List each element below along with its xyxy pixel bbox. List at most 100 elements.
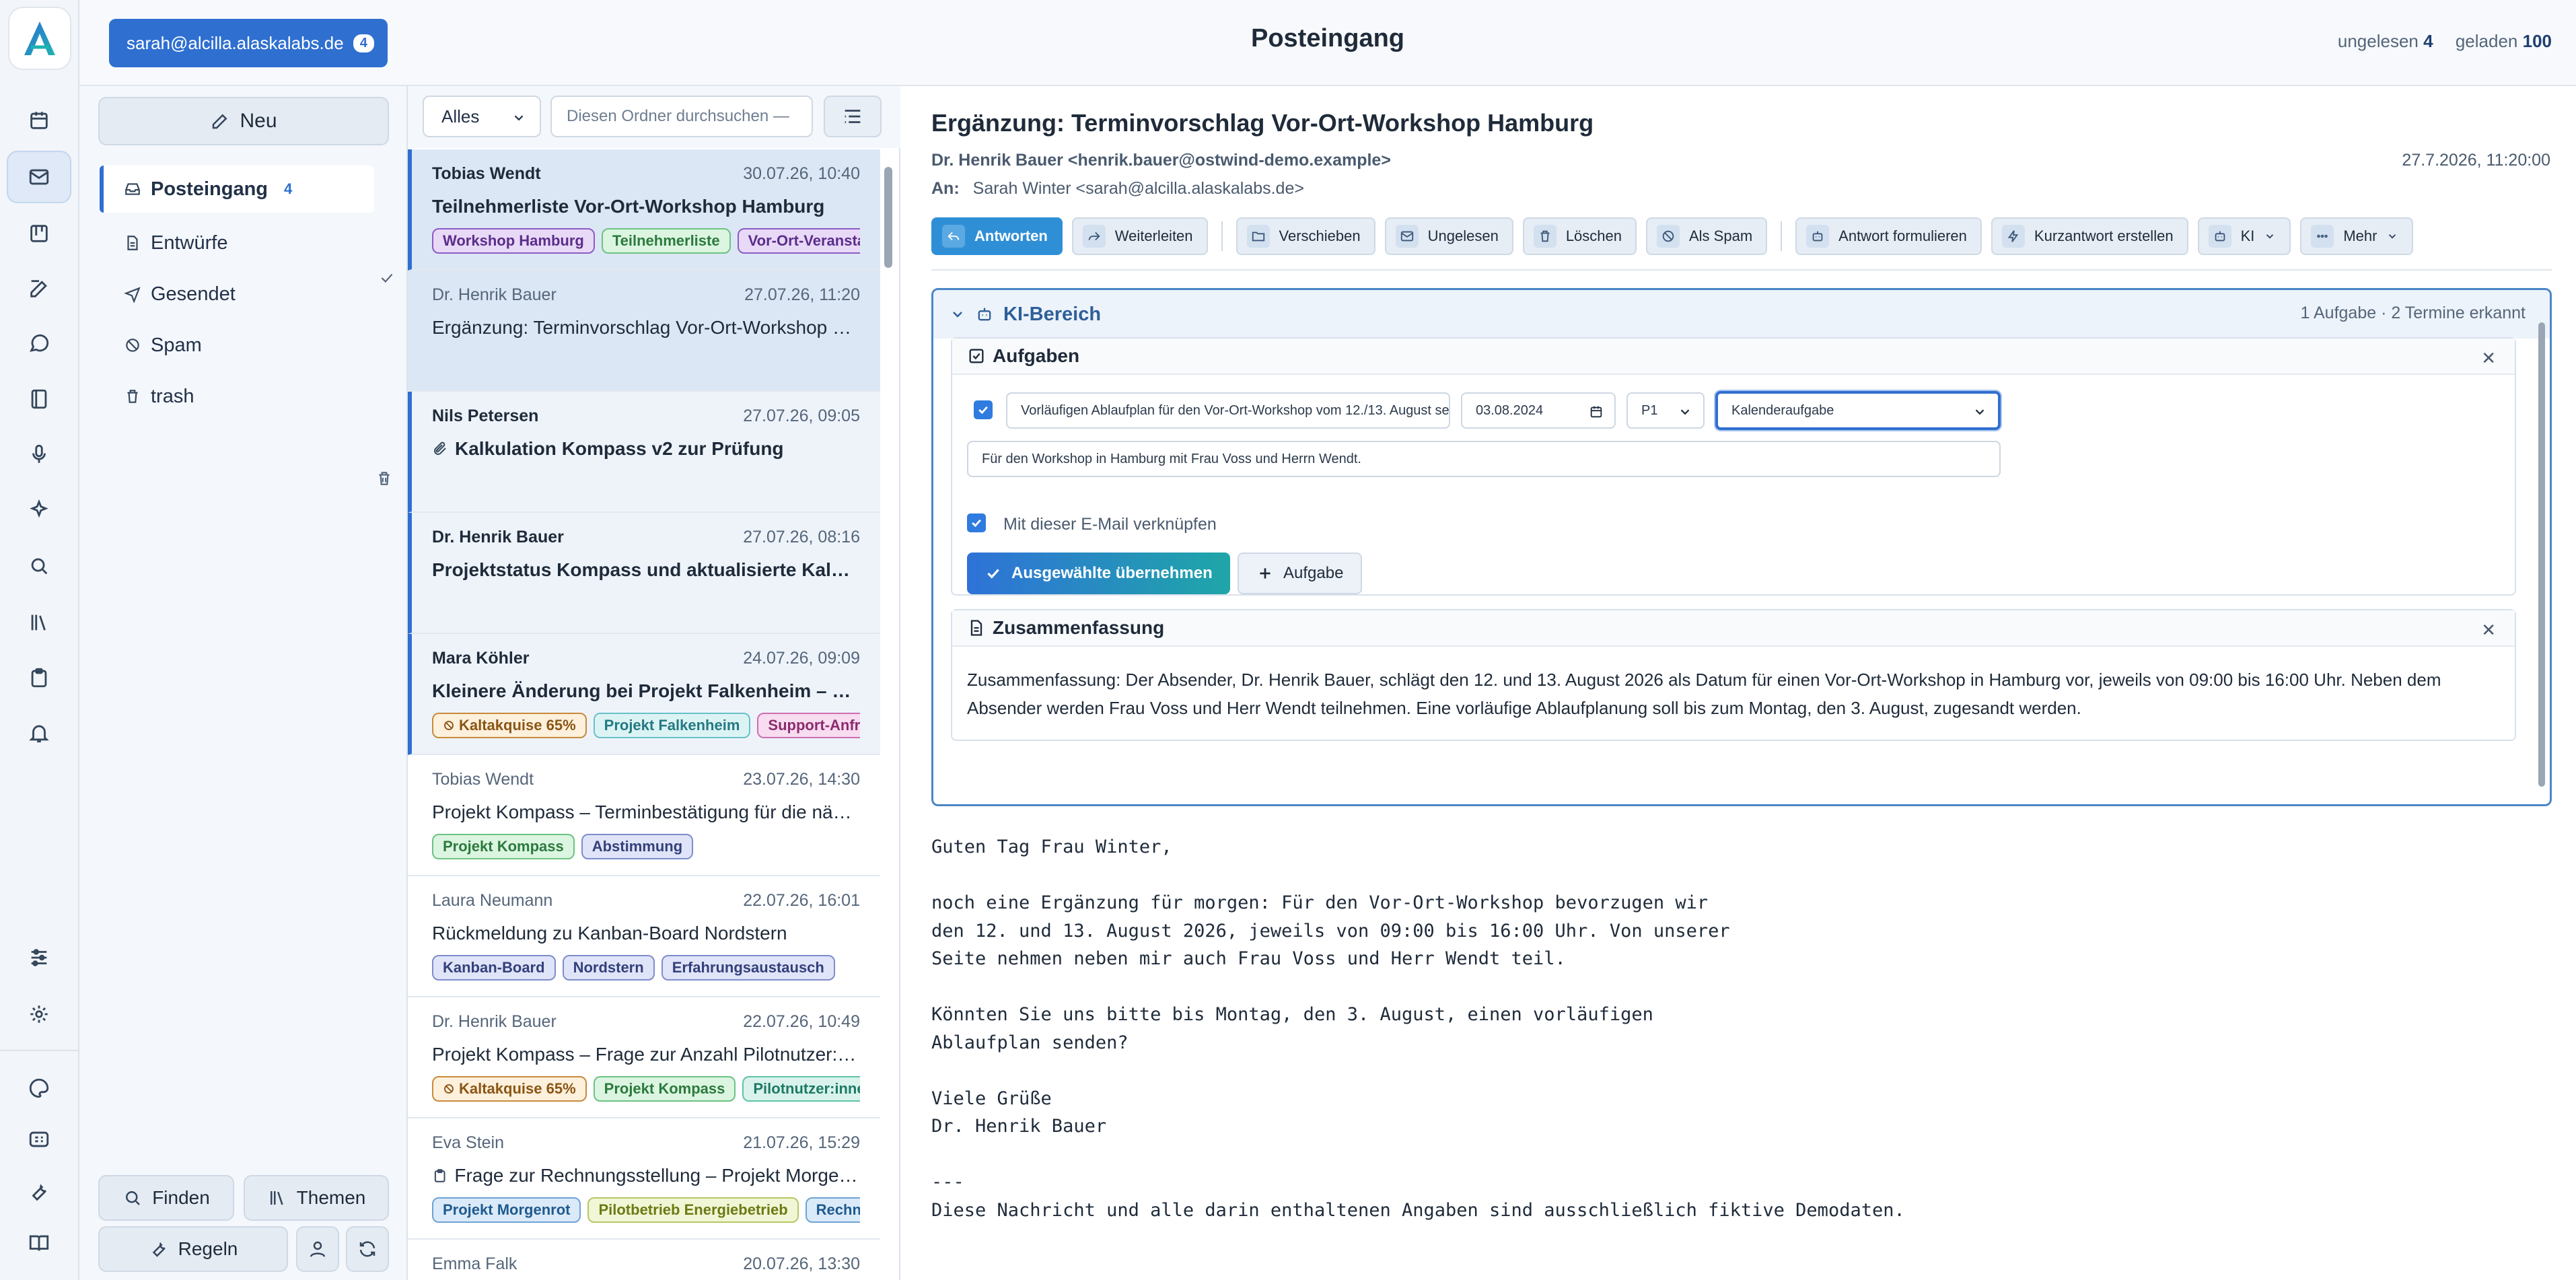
tag[interactable]: Kanban-Board bbox=[432, 955, 556, 981]
rail-clipboard[interactable] bbox=[7, 651, 71, 704]
message-row[interactable]: Dr. Henrik Bauer 22.07.26, 10:49 Projekt … bbox=[408, 997, 880, 1118]
rail-library[interactable] bbox=[7, 596, 71, 649]
rail-mail[interactable] bbox=[7, 151, 71, 203]
tasks-card-header: Aufgaben bbox=[952, 339, 2515, 375]
task-checkbox[interactable] bbox=[974, 400, 993, 419]
summary-text: Zusammenfassung: Der Absender, Dr. Henri… bbox=[967, 670, 2441, 718]
rail-voice[interactable] bbox=[7, 428, 71, 481]
delete-button[interactable]: Löschen bbox=[1522, 217, 1637, 255]
more-menu-button[interactable]: Mehr bbox=[2300, 217, 2414, 255]
tag[interactable]: Pilotnutzer:innen bbox=[742, 1076, 860, 1102]
mark-unread-button[interactable]: Ungelesen bbox=[1384, 217, 1513, 255]
list-scrollbar[interactable] bbox=[882, 151, 896, 1280]
profile-button[interactable] bbox=[296, 1226, 339, 1272]
folder-drafts[interactable]: Entwürfe bbox=[100, 219, 371, 266]
rail-board[interactable] bbox=[7, 207, 71, 260]
close-icon[interactable]: ✕ bbox=[2481, 620, 2496, 641]
spam-button[interactable]: Als Spam bbox=[1646, 217, 1768, 255]
rail-compose[interactable] bbox=[7, 262, 71, 315]
message-row[interactable]: Mara Köhler 24.07.26, 09:09 Kleinere Ände… bbox=[408, 634, 880, 755]
move-button[interactable]: Verschieben bbox=[1236, 217, 1375, 255]
forward-button[interactable]: Weiterleiten bbox=[1071, 217, 1208, 255]
list-view-button[interactable] bbox=[824, 96, 882, 137]
task-type-select[interactable]: Kalenderaufgabe bbox=[1715, 391, 2001, 430]
message-subject: Kalkulation Kompass v2 zur Prüfung bbox=[432, 438, 860, 460]
tag[interactable]: Projekt Morgenrot bbox=[432, 1197, 581, 1223]
tag[interactable]: Abstimmung bbox=[581, 834, 694, 859]
rail-tools[interactable] bbox=[7, 1166, 71, 1218]
empty-trash-icon[interactable] bbox=[375, 470, 393, 487]
tag[interactable]: Pilotbetrieb Energiebetrieb bbox=[587, 1197, 799, 1223]
message-row[interactable]: Emma Falk 20.07.26, 13:30 bbox=[408, 1240, 880, 1280]
reading-pane: Ergänzung: Terminvorschlag Vor-Ort-Works… bbox=[900, 86, 2576, 1280]
add-task-button[interactable]: Aufgabe bbox=[1238, 553, 1363, 594]
rail-filters[interactable] bbox=[7, 931, 71, 984]
message-row[interactable]: Laura Neumann 22.07.26, 16:01 Rückmeldung… bbox=[408, 876, 880, 997]
filter-select[interactable]: Alles bbox=[423, 96, 541, 137]
message-row[interactable]: Nils Petersen 27.07.26, 09:05 Kalkulation… bbox=[408, 392, 880, 513]
tag[interactable]: Kaltakquise 65% bbox=[432, 1076, 587, 1102]
tag[interactable]: Workshop Hamburg bbox=[432, 228, 595, 254]
folder-sent[interactable]: Gesendet bbox=[100, 271, 371, 318]
tag[interactable]: Projekt Falkenheim bbox=[593, 713, 751, 738]
message-row[interactable]: Eva Stein 21.07.26, 15:29 Frage zur Rechn… bbox=[408, 1118, 880, 1240]
lightning-icon bbox=[2007, 230, 2019, 242]
tag[interactable]: Vor-Ort-Veranstaltung bbox=[737, 228, 860, 254]
message-date: 22.07.26, 16:01 bbox=[743, 891, 860, 910]
rail-ai[interactable] bbox=[7, 483, 71, 536]
mail-from: Dr. Henrik Bauer <henrik.bauer@ostwind-d… bbox=[931, 151, 1391, 170]
message-row[interactable]: Tobias Wendt 23.07.26, 14:30 Projekt Komp… bbox=[408, 755, 880, 876]
rail-chat[interactable] bbox=[7, 318, 71, 370]
ki-panel-scrollbar[interactable] bbox=[2535, 290, 2550, 804]
ki-menu-button[interactable]: KI bbox=[2197, 217, 2291, 255]
rail-language[interactable] bbox=[7, 1113, 71, 1166]
ki-panel-scrollbar-thumb[interactable] bbox=[2538, 322, 2545, 787]
loaded-label: geladen bbox=[2455, 31, 2518, 51]
folder-trash[interactable]: trash bbox=[100, 373, 371, 420]
reader-scrollbar[interactable] bbox=[2561, 86, 2576, 1280]
rail-settings[interactable] bbox=[7, 988, 71, 1040]
tag[interactable]: Rechnung bbox=[805, 1197, 860, 1223]
tag[interactable]: Projekt Kompass bbox=[593, 1076, 736, 1102]
link-mail-checkbox[interactable] bbox=[967, 513, 986, 532]
folder-inbox[interactable]: Posteingang 4 bbox=[100, 166, 374, 213]
rail-theme[interactable] bbox=[7, 1062, 71, 1114]
new-mail-button[interactable]: Neu bbox=[98, 97, 389, 145]
tag[interactable]: Erfahrungsaustausch bbox=[661, 955, 835, 981]
app-logo[interactable] bbox=[8, 7, 71, 70]
rail-search[interactable] bbox=[7, 540, 71, 592]
folder-spam[interactable]: Spam bbox=[100, 322, 371, 369]
rail-docs[interactable] bbox=[7, 1217, 71, 1269]
tag[interactable]: Nordstern bbox=[562, 955, 655, 981]
task-note-input[interactable]: Für den Workshop in Hamburg mit Frau Vos… bbox=[967, 441, 2001, 477]
unread-count: 4 bbox=[2423, 31, 2433, 51]
task-due-date-input[interactable]: 03.08.2024 bbox=[1461, 392, 1616, 429]
rail-notifications[interactable] bbox=[7, 707, 71, 759]
subject-text: Projektstatus Kompass und aktualisierte … bbox=[432, 559, 860, 580]
ki-panel-header[interactable]: KI-Bereich 1 Aufgabe · 2 Termine erkannt bbox=[933, 290, 2550, 339]
list-scrollbar-thumb[interactable] bbox=[884, 167, 892, 268]
message-row[interactable]: Dr. Henrik Bauer 27.07.26, 08:16 Projekts… bbox=[408, 513, 880, 634]
tag[interactable]: Teilnehmerliste bbox=[601, 228, 731, 254]
refresh-button[interactable] bbox=[346, 1226, 389, 1272]
find-button[interactable]: Finden bbox=[98, 1175, 234, 1221]
tag[interactable]: Projekt Kompass bbox=[432, 834, 575, 859]
rail-contacts[interactable] bbox=[7, 373, 71, 425]
message-date: 27.07.26, 08:16 bbox=[743, 528, 860, 546]
close-icon[interactable]: ✕ bbox=[2481, 348, 2496, 369]
topics-button[interactable]: Themen bbox=[244, 1175, 389, 1221]
task-title-input[interactable]: Vorläufigen Ablaufplan für den Vor-Ort-W… bbox=[1006, 392, 1450, 429]
task-priority-select[interactable]: P1 bbox=[1626, 392, 1705, 429]
compose-ai-reply-button[interactable]: Antwort formulieren bbox=[1795, 217, 1982, 255]
apply-selected-button[interactable]: Ausgewählte übernehmen bbox=[967, 553, 1230, 594]
message-row[interactable]: Dr. Henrik Bauer 27.07.26, 11:20 Ergänzun… bbox=[408, 271, 880, 392]
rail-calendar[interactable] bbox=[7, 94, 71, 147]
tag[interactable]: Kaltakquise 65% bbox=[432, 713, 587, 738]
tag[interactable]: Support-Anfrage bbox=[757, 713, 860, 738]
folder-search-input[interactable] bbox=[550, 96, 813, 137]
message-row[interactable]: Tobias Wendt 30.07.26, 10:40 Teilnehmerli… bbox=[408, 149, 880, 271]
wrench-icon bbox=[32, 1184, 46, 1201]
rules-button[interactable]: Regeln bbox=[98, 1226, 288, 1272]
quick-reply-button[interactable]: Kurzantwort erstellen bbox=[1991, 217, 2188, 255]
reply-button[interactable]: Antworten bbox=[931, 217, 1063, 255]
